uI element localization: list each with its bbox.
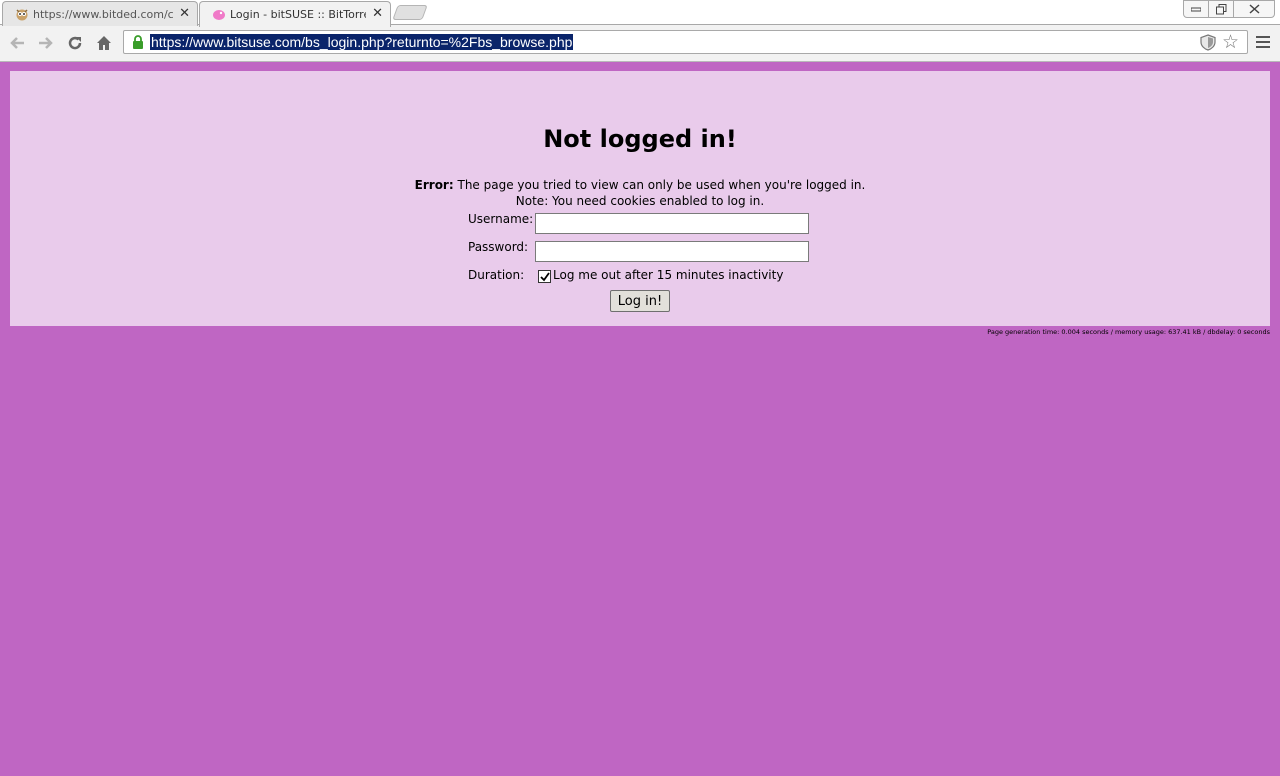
url-text[interactable]: https://www.bitsuse.com/bs_login.php?ret… <box>150 34 574 50</box>
browser-toolbar: https://www.bitsuse.com/bs_login.php?ret… <box>0 26 1280 60</box>
error-prefix: Error: <box>414 178 454 192</box>
home-icon[interactable] <box>94 33 114 53</box>
hamburger-menu-icon[interactable] <box>1256 36 1270 48</box>
error-text: The page you tried to view can only be u… <box>457 178 866 192</box>
tab-close-icon[interactable]: ✕ <box>179 6 190 21</box>
duration-label: Duration: <box>468 268 525 282</box>
tab-title: Login - bitSUSE :: BitTorrent <box>230 8 366 21</box>
new-tab-button[interactable] <box>392 5 428 20</box>
shield-icon[interactable] <box>1200 34 1216 51</box>
duration-option-text[interactable]: Log me out after 15 minutes inactivity <box>553 268 783 282</box>
minimize-window-icon[interactable] <box>1183 0 1209 18</box>
forward-arrow-icon[interactable] <box>36 33 56 53</box>
browser-chrome: https://www.bitded.com/cha ✕ Login - bit… <box>0 0 1280 62</box>
page-title: Not logged in! <box>543 125 737 153</box>
reload-icon[interactable] <box>65 33 85 53</box>
password-input[interactable] <box>535 241 809 262</box>
duration-checkbox[interactable] <box>538 270 551 283</box>
checkmark-icon <box>539 271 550 281</box>
password-label: Password: <box>468 240 529 254</box>
login-button[interactable]: Log in! <box>610 290 670 312</box>
username-label: Username: <box>468 212 534 226</box>
tab-strip: https://www.bitded.com/cha ✕ Login - bit… <box>0 0 1280 27</box>
back-arrow-icon[interactable] <box>7 33 27 53</box>
tab-title: https://www.bitded.com/cha <box>33 7 173 21</box>
address-bar[interactable]: https://www.bitsuse.com/bs_login.php?ret… <box>123 30 1248 54</box>
lock-icon <box>133 35 143 49</box>
pink-lizard-favicon-icon <box>213 10 225 20</box>
cookies-note: Note: You need cookies enabled to log in… <box>515 194 765 208</box>
owl-favicon-icon <box>16 9 28 21</box>
restore-window-icon[interactable] <box>1208 0 1234 18</box>
tab-close-icon[interactable]: ✕ <box>372 6 383 21</box>
page-generation-stats: Page generation time: 0.004 seconds / me… <box>987 328 1270 336</box>
star-icon[interactable]: ☆ <box>1222 32 1239 52</box>
username-input[interactable] <box>535 213 809 234</box>
login-panel: Not logged in! Error: The page you tried… <box>10 71 1270 326</box>
tab-bitded[interactable]: https://www.bitded.com/cha ✕ <box>2 1 198 26</box>
tab-bitsuse-login[interactable]: Login - bitSUSE :: BitTorrent ✕ <box>199 1 391 27</box>
error-message: Error: The page you tried to view can on… <box>10 178 1270 192</box>
close-window-icon[interactable] <box>1233 0 1275 18</box>
